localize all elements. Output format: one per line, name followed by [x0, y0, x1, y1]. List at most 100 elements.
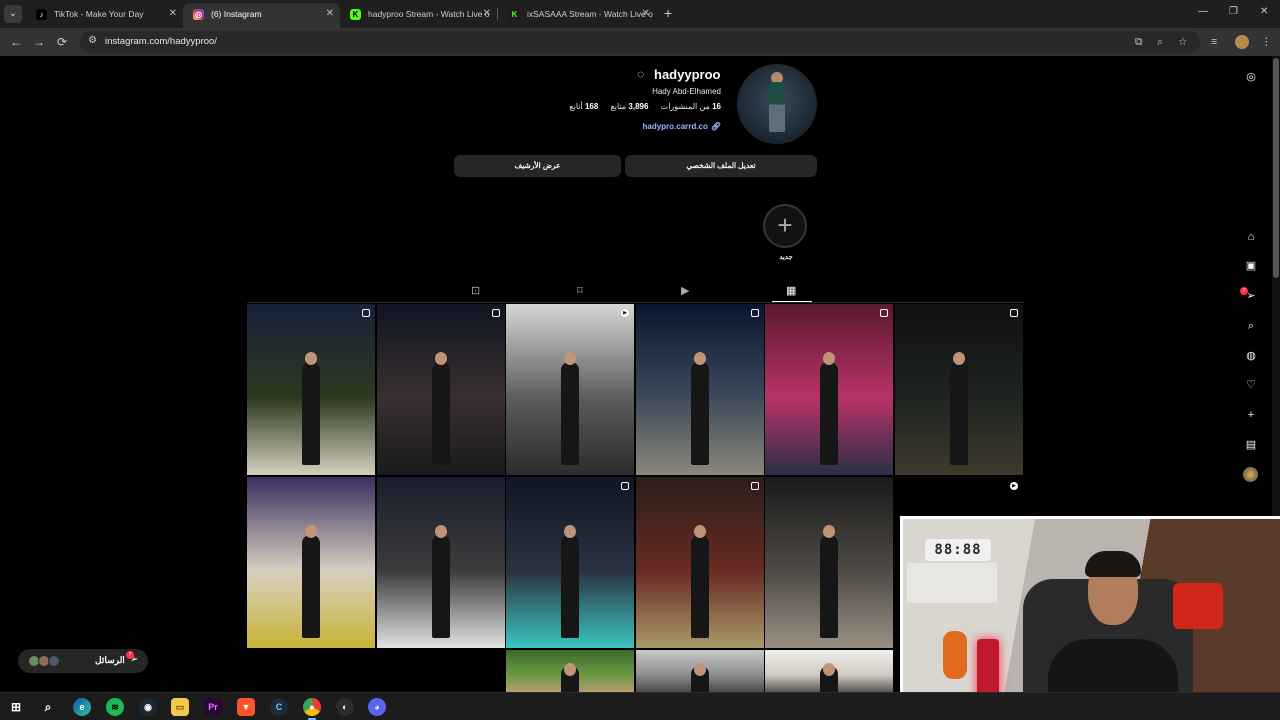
tiktok-icon: ♪: [36, 9, 47, 20]
zoom-icon[interactable]: ⌕: [1157, 34, 1163, 50]
carousel-icon: [492, 309, 500, 317]
reload-icon[interactable]: ⟳: [57, 34, 67, 50]
search-icon[interactable]: ⌕: [39, 698, 57, 716]
messages-button[interactable]: الرسائل ➢ 7: [18, 649, 148, 673]
post-tile[interactable]: [636, 477, 764, 648]
media-control-icon[interactable]: ≡: [1211, 34, 1217, 50]
digital-clock: 88:88: [925, 539, 991, 561]
shelf: [907, 563, 997, 603]
person-silhouette: [561, 362, 579, 465]
discord-icon[interactable]: ◕: [368, 698, 386, 716]
obs-icon[interactable]: ◐: [336, 698, 354, 716]
browser-profile-avatar[interactable]: [1235, 35, 1249, 49]
tab-kick-ixsasaaa[interactable]: K ixSASAAA Stream - Watch Live o ✕: [499, 3, 656, 28]
person-head: [305, 351, 317, 365]
search-icon[interactable]: ⌕: [1244, 319, 1258, 333]
insights-icon[interactable]: ▤: [1244, 438, 1258, 452]
settings-icon[interactable]: ◌: [637, 67, 644, 81]
menu-icon[interactable]: ⋮: [1261, 34, 1272, 50]
browser-tab-strip: ⌄ ♪ TikTok - Make Your Day ✕ ◎ (6) Insta…: [0, 0, 1280, 28]
home-icon[interactable]: ⌂: [1244, 230, 1258, 244]
person-silhouette: [432, 362, 450, 465]
tab-reels[interactable]: ▶: [681, 284, 689, 297]
scrollbar-thumb[interactable]: [1273, 58, 1279, 278]
edge-icon[interactable]: e: [73, 698, 91, 716]
chrome-icon[interactable]: ●: [303, 698, 321, 720]
close-tab-icon[interactable]: ✕: [483, 3, 491, 25]
person-silhouette: [691, 362, 709, 465]
close-tab-icon[interactable]: ✕: [642, 3, 650, 25]
post-tile[interactable]: ▶: [506, 304, 634, 475]
tab-posts[interactable]: ▦: [786, 284, 796, 297]
followers-stat[interactable]: 3,896 متابع: [611, 102, 649, 111]
carousel-icon: [621, 482, 629, 490]
toy-car: [1173, 583, 1223, 629]
premiere-icon[interactable]: Pr: [204, 698, 222, 716]
profile-username: hadyyproo: [654, 67, 721, 82]
profile-avatar[interactable]: [737, 64, 817, 144]
person-head: [694, 524, 706, 538]
new-tab-button[interactable]: +: [664, 5, 672, 21]
back-icon[interactable]: ←: [10, 34, 22, 50]
close-window-icon[interactable]: ✕: [1260, 6, 1268, 17]
explore-icon[interactable]: ◍: [1244, 349, 1258, 363]
post-tile[interactable]: [377, 304, 505, 475]
capcut-icon[interactable]: C: [270, 698, 288, 716]
tab-tagged[interactable]: ⊡: [471, 284, 480, 297]
close-tab-icon[interactable]: ✕: [169, 3, 177, 25]
person-head: [953, 351, 965, 365]
messages-badge: 7: [126, 651, 134, 659]
minimize-icon[interactable]: —: [1198, 6, 1208, 17]
tab-instagram[interactable]: ◎ (6) Instagram ✕: [183, 3, 340, 28]
create-icon[interactable]: +: [1244, 408, 1258, 422]
post-tile[interactable]: [247, 304, 375, 475]
steam-icon[interactable]: ◉: [139, 698, 157, 716]
file-explorer-icon[interactable]: ▭: [171, 698, 189, 716]
forward-icon[interactable]: →: [33, 34, 45, 50]
post-tile[interactable]: [636, 304, 764, 475]
following-stat[interactable]: 168 أتابع: [569, 102, 598, 111]
post-tile[interactable]: [765, 650, 893, 692]
instagram-icon[interactable]: ◎: [1244, 70, 1258, 84]
post-tile[interactable]: [895, 304, 1023, 475]
url-text[interactable]: instagram.com/hadyyproo/: [105, 36, 217, 47]
tab-search-button[interactable]: ⌄: [4, 5, 22, 23]
install-app-icon[interactable]: ⧉: [1135, 34, 1143, 50]
tab-saved[interactable]: ⌑: [577, 284, 583, 297]
carousel-icon: [880, 309, 888, 317]
new-highlight-button[interactable]: +: [763, 204, 807, 248]
edit-profile-button[interactable]: تعديل الملف الشخصي: [625, 155, 817, 177]
post-tile[interactable]: [377, 477, 505, 648]
person-head: [694, 351, 706, 365]
heart-icon[interactable]: ♡: [1244, 378, 1258, 392]
spotify-icon[interactable]: ≋: [106, 698, 124, 716]
plus-icon: +: [777, 210, 793, 240]
person-head: [823, 351, 835, 365]
post-tile[interactable]: [765, 304, 893, 475]
person-head: [305, 524, 317, 538]
reel-icon: ▶: [621, 309, 629, 317]
person-head: [823, 524, 835, 538]
profile-link[interactable]: hadypro.carrd.co 🔗︎: [642, 122, 721, 131]
person-head: [564, 662, 576, 676]
bookmark-star-icon[interactable]: ☆: [1178, 34, 1187, 50]
rail-profile-avatar[interactable]: [1243, 467, 1258, 482]
tab-tiktok[interactable]: ♪ TikTok - Make Your Day ✕: [26, 3, 183, 28]
reels-icon[interactable]: ▣: [1244, 259, 1258, 273]
brave-icon[interactable]: ▼: [237, 698, 255, 716]
tab-kick-hadyproo[interactable]: K hadyproo Stream - Watch Live o ✕: [340, 3, 497, 28]
site-info-icon[interactable]: ⚙: [88, 35, 97, 46]
post-tile[interactable]: [247, 477, 375, 648]
post-tile[interactable]: [506, 650, 634, 692]
post-tile[interactable]: [765, 477, 893, 648]
post-tile[interactable]: [506, 477, 634, 648]
person-head: [823, 662, 835, 676]
restore-icon[interactable]: ❐: [1229, 6, 1238, 17]
close-tab-icon[interactable]: ✕: [326, 3, 334, 25]
view-archive-button[interactable]: عرض الأرشيف: [454, 155, 621, 177]
address-bar[interactable]: ⚙ instagram.com/hadyyproo/: [80, 31, 1200, 53]
post-tile[interactable]: [636, 650, 764, 692]
start-icon[interactable]: ⊞: [7, 698, 25, 716]
carousel-icon: [362, 309, 370, 317]
toy-figure: [943, 631, 967, 679]
